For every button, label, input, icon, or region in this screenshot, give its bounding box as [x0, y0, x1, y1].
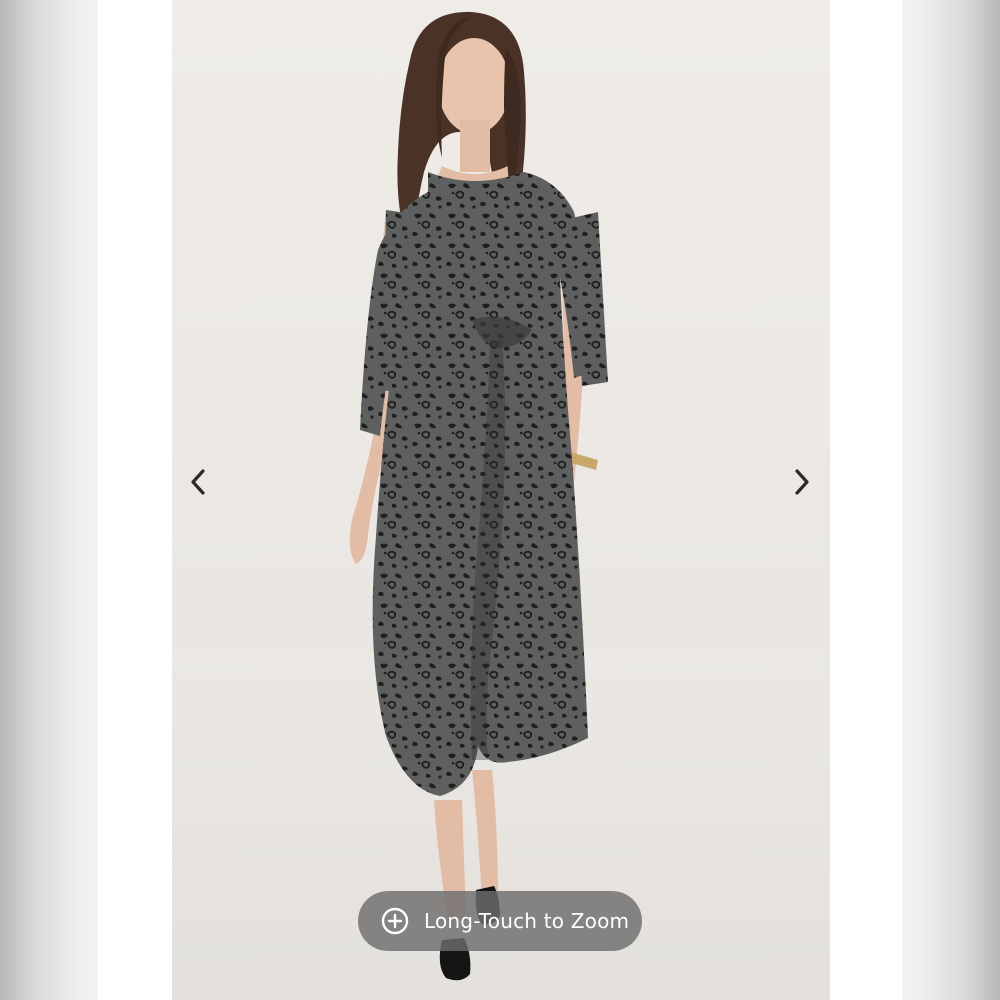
right-gradient-band: [902, 0, 1000, 1000]
product-gallery-page: Long-Touch to Zoom: [0, 0, 1000, 1000]
product-photo: [172, 11, 830, 1000]
previous-image-button[interactable]: [178, 462, 218, 502]
chevron-right-icon: [795, 469, 809, 495]
chevron-left-icon: [191, 469, 205, 495]
next-image-button[interactable]: [782, 462, 822, 502]
plus-circle-icon: [380, 906, 410, 936]
zoom-hint-pill[interactable]: Long-Touch to Zoom: [358, 891, 642, 951]
left-gradient-band: [0, 0, 98, 1000]
right-gutter: [830, 0, 904, 1000]
zoom-hint-label: Long-Touch to Zoom: [424, 909, 630, 933]
product-image-viewer[interactable]: [172, 0, 830, 1000]
left-gutter: [98, 0, 172, 1000]
